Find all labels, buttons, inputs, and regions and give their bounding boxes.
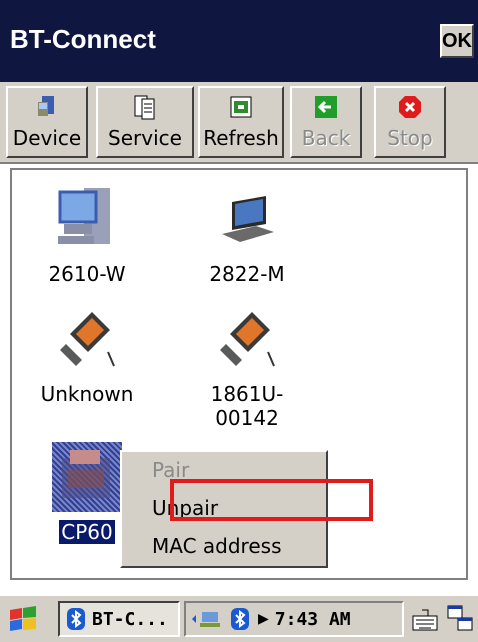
start-flag-icon[interactable]	[6, 602, 40, 636]
divider	[0, 580, 478, 594]
device-item[interactable]: 1861U- 00142	[192, 304, 302, 430]
device-label: CP60	[59, 520, 115, 544]
device-item[interactable]: 2822-M	[192, 184, 302, 286]
refresh-button-label: Refresh	[203, 126, 279, 150]
device-icon	[34, 94, 60, 120]
bluetooth-icon	[66, 607, 86, 631]
keyboard-icon[interactable]	[410, 604, 440, 634]
window-title: BT-Connect	[10, 24, 156, 54]
clock[interactable]: 7:43 AM	[275, 609, 351, 630]
taskbar-app-button[interactable]: BT-C...	[58, 601, 180, 637]
expand-arrow-icon[interactable]: ▶	[258, 611, 269, 627]
toolbar: Device Service Refresh Back Stop	[0, 82, 478, 164]
refresh-icon	[228, 94, 254, 120]
back-button[interactable]: Back	[290, 86, 362, 158]
taskbar: BT-C... ▶ 7:43 AM	[0, 594, 478, 642]
device-button[interactable]: Device	[6, 86, 88, 158]
pda-icon	[212, 304, 282, 374]
stop-button[interactable]: Stop	[374, 86, 446, 158]
menu-item-mac-address[interactable]: MAC address	[152, 534, 281, 558]
refresh-button[interactable]: Refresh	[198, 86, 284, 158]
printer-icon	[52, 442, 122, 512]
device-label: Unknown	[40, 382, 134, 406]
stop-icon	[397, 94, 423, 120]
stop-button-label: Stop	[387, 126, 433, 150]
bluetooth-tray-icon[interactable]	[230, 607, 250, 631]
device-label: 1861U- 00142	[210, 382, 284, 430]
ok-button[interactable]: OK	[440, 24, 474, 58]
service-button-label: Service	[108, 126, 182, 150]
screen: BT-Connect OK Device Service Refresh Bac…	[0, 0, 478, 642]
annotation-highlight-box	[170, 479, 373, 521]
device-label: 2610-W	[48, 262, 126, 286]
desktop-computer-icon	[52, 184, 122, 254]
title-bar: BT-Connect OK	[0, 0, 478, 82]
device-item[interactable]: 2610-W	[32, 184, 142, 286]
back-arrow-icon	[313, 94, 339, 120]
window-switch-icon[interactable]	[446, 604, 474, 634]
service-icon	[132, 94, 158, 120]
taskbar-app-label: BT-C...	[92, 608, 168, 630]
network-icon[interactable]	[190, 608, 224, 630]
device-button-label: Device	[12, 126, 82, 150]
back-button-label: Back	[301, 126, 351, 150]
device-item[interactable]: Unknown	[32, 304, 142, 406]
laptop-icon	[212, 184, 282, 254]
system-tray: ▶ 7:43 AM	[184, 601, 404, 637]
pda-icon	[52, 304, 122, 374]
service-button[interactable]: Service	[96, 86, 194, 158]
device-label: 2822-M	[209, 262, 285, 286]
